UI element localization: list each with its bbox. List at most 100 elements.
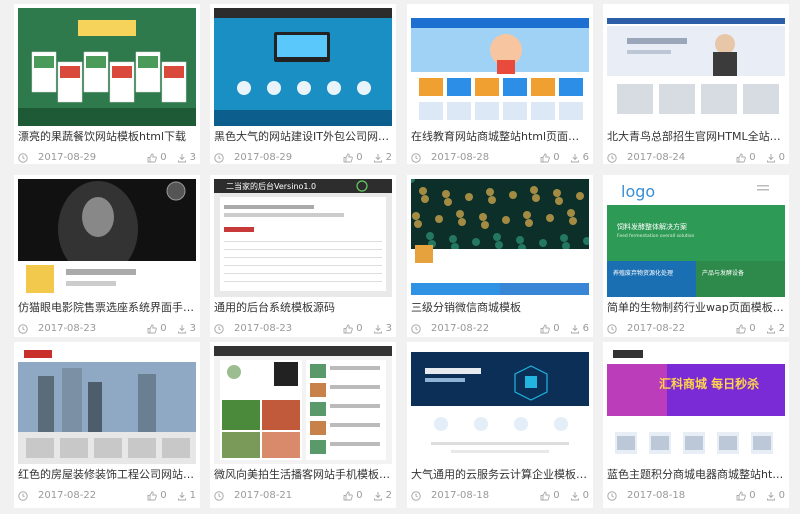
like-count: 0: [553, 323, 560, 334]
template-card[interactable]: 黑色大气的网站建设IT外包公司网站模板... 2017-08-29 02: [210, 4, 396, 164]
date-text: 2017-08-18: [627, 490, 686, 501]
template-title[interactable]: 简单的生物制药行业wap页面模板整站: [607, 299, 785, 317]
download-icon: [766, 491, 775, 500]
thumbs-up-icon: [343, 153, 354, 162]
clock-icon: [214, 490, 224, 501]
template-card[interactable]: 漂亮的果蔬餐饮网站模板html下载 2017-08-29 0 3: [14, 4, 200, 164]
template-title[interactable]: 三级分销微信商城模板: [411, 299, 589, 317]
template-card[interactable]: 二当家的后台Versino1.0 通用的后台系统模板源码 2017-08-23 0 3: [210, 175, 396, 337]
clock-icon: [411, 152, 421, 163]
template-stats: 02: [343, 152, 392, 163]
template-preview-image: [214, 346, 392, 464]
like-count: 0: [160, 323, 167, 334]
clock-icon: [18, 490, 28, 501]
thumbs-up-icon: [736, 153, 747, 162]
download-icon: [177, 324, 186, 333]
template-card[interactable]: logo 饲料发酵整体解决方案 Feed fermentation overall …: [603, 175, 789, 337]
template-meta: 2017-08-22 0 6: [411, 323, 589, 337]
date-text: 2017-08-18: [431, 490, 490, 501]
template-title[interactable]: 蓝色主题积分商城电器商城整站html页面...: [607, 466, 785, 484]
template-card[interactable]: 三级分销微信商城模板 2017-08-22 0 6: [407, 175, 593, 337]
clock-icon: [18, 323, 28, 334]
download-count: 0: [582, 490, 589, 501]
publish-date: 2017-08-29: [18, 152, 96, 163]
template-card[interactable]: 北大青鸟总部招生官网HTML全站模板 2017-08-24 0 0: [603, 4, 789, 164]
download-icon: [766, 324, 775, 333]
clock-icon: [214, 152, 224, 163]
template-stats: 02: [343, 490, 392, 501]
template-thumbnail[interactable]: [411, 179, 589, 297]
download-count: 0: [778, 152, 785, 163]
date-text: 2017-08-24: [627, 152, 686, 163]
date-text: 2017-08-23: [234, 323, 293, 334]
template-preview-image: [18, 179, 196, 297]
template-thumbnail[interactable]: 二当家的后台Versino1.0: [214, 179, 392, 297]
template-stats: 00: [736, 152, 785, 163]
template-stats: 00: [736, 490, 785, 501]
like-count: 0: [356, 323, 363, 334]
template-card[interactable]: 仿猫眼电影院售票选座系统界面手机模板2017-08-2303: [14, 175, 200, 337]
template-meta: 2017-08-22 0 1: [18, 490, 196, 504]
template-thumbnail[interactable]: [411, 346, 589, 464]
download-count: 2: [778, 323, 785, 334]
template-stats: 03: [343, 323, 392, 334]
thumbs-up-icon: [540, 324, 551, 333]
template-thumbnail[interactable]: logo 饲料发酵整体解决方案 Feed fermentation overall …: [607, 179, 785, 297]
template-title[interactable]: 通用的后台系统模板源码: [214, 299, 392, 317]
template-thumbnail[interactable]: [214, 8, 392, 126]
template-thumbnail[interactable]: [411, 8, 589, 126]
template-meta: 2017-08-23 0 3: [214, 323, 392, 337]
template-title[interactable]: 仿猫眼电影院售票选座系统界面手机模板: [18, 299, 196, 317]
svg-text:二当家的后台Versino1.0: 二当家的后台Versino1.0: [226, 181, 316, 191]
thumbs-up-icon: [147, 324, 158, 333]
like-count: 0: [749, 490, 756, 501]
template-thumbnail[interactable]: 汇科商城 每日秒杀: [607, 346, 785, 464]
template-title[interactable]: 红色的房屋装修装饰工程公司网站模板ht...: [18, 466, 196, 484]
template-card[interactable]: 红色的房屋装修装饰工程公司网站模板ht... 2017-08-2201: [14, 342, 200, 508]
template-title[interactable]: 漂亮的果蔬餐饮网站模板html下载: [18, 128, 196, 146]
template-title[interactable]: 微风向美拍生活播客网站手机模板下载: [214, 466, 392, 484]
download-count: 2: [385, 152, 392, 163]
clock-icon: [18, 152, 28, 163]
template-preview-image: [18, 346, 196, 464]
download-icon: [373, 324, 382, 333]
template-thumbnail[interactable]: [18, 346, 196, 464]
svg-text:Feed fermentation overall solu: Feed fermentation overall solution: [617, 233, 695, 239]
date-text: 2017-08-28: [431, 152, 490, 163]
template-title[interactable]: 北大青鸟总部招生官网HTML全站模板: [607, 128, 785, 146]
template-thumbnail[interactable]: [18, 179, 196, 297]
date-text: 2017-08-29: [234, 152, 293, 163]
template-card[interactable]: 微风向美拍生活播客网站手机模板下载 2017-08-21 0 2: [210, 342, 396, 508]
publish-date: 2017-08-28: [411, 152, 489, 163]
date-text: 2017-08-22: [38, 490, 97, 501]
template-card[interactable]: 汇科商城 每日秒杀蓝色主题积分商城电器商城整站html页面... 2017-08-…: [603, 342, 789, 508]
svg-text:logo: logo: [621, 182, 655, 201]
download-icon: [766, 153, 775, 162]
template-thumbnail[interactable]: [214, 346, 392, 464]
template-title[interactable]: 黑色大气的网站建设IT外包公司网站模板...: [214, 128, 392, 146]
template-meta: 2017-08-22 0 2: [607, 323, 785, 337]
template-title[interactable]: 大气通用的云服务云计算企业模板html源...: [411, 466, 589, 484]
template-stats: 00: [540, 490, 589, 501]
svg-text:产品与发酵设备: 产品与发酵设备: [702, 269, 744, 277]
download-icon: [570, 324, 579, 333]
download-count: 1: [189, 490, 196, 501]
clock-icon: [607, 490, 617, 501]
like-count: 0: [749, 152, 756, 163]
clock-icon: [411, 490, 421, 501]
template-thumbnail[interactable]: [18, 8, 196, 126]
template-card[interactable]: 在线教育网站商城整站html页面模板 2017-08-28 0 6: [407, 4, 593, 164]
thumbs-up-icon: [343, 491, 354, 500]
template-title[interactable]: 在线教育网站商城整站html页面模板: [411, 128, 589, 146]
download-count: 3: [189, 152, 196, 163]
date-text: 2017-08-22: [431, 323, 490, 334]
template-preview-image: logo 饲料发酵整体解决方案 Feed fermentation overall …: [607, 179, 785, 297]
clock-icon: [214, 323, 224, 334]
template-card[interactable]: 大气通用的云服务云计算企业模板html源... 2017-08-18 00: [407, 342, 593, 508]
download-icon: [177, 153, 186, 162]
template-meta: 2017-08-21 0 2: [214, 490, 392, 504]
template-preview-image: [214, 8, 392, 126]
template-preview-image: [607, 8, 785, 126]
template-thumbnail[interactable]: [607, 8, 785, 126]
download-count: 0: [778, 490, 785, 501]
